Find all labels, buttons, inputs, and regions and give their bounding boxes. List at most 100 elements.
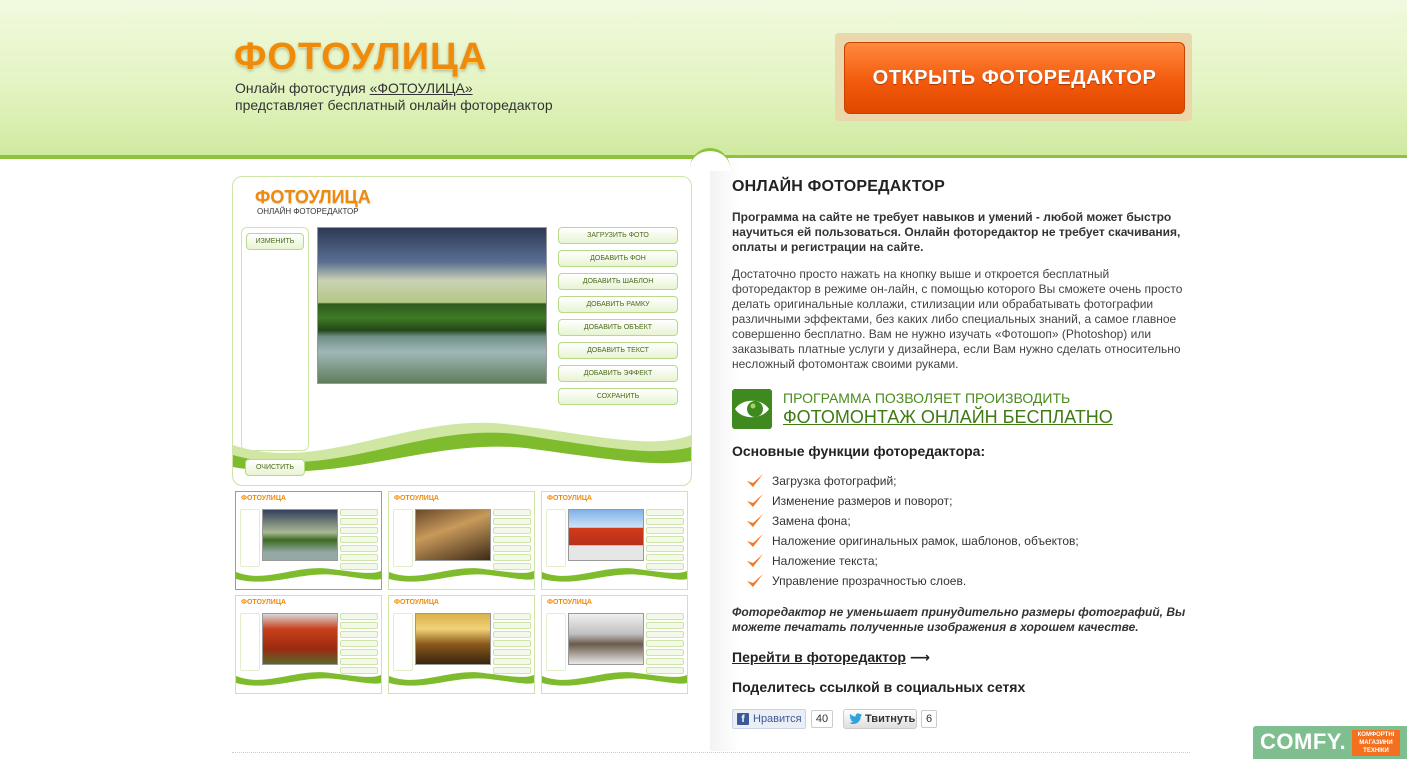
facebook-icon: f	[737, 713, 749, 725]
tagline: Онлайн фотостудия «ФОТОУЛИЦА» представля…	[235, 80, 553, 114]
go-to-editor-link[interactable]: Перейти в фоторедактор ⟶	[732, 649, 930, 666]
thumbnail-item[interactable]: ФОТОУЛИЦА	[388, 491, 535, 590]
thumbnail-image	[262, 509, 338, 561]
comfy-logo: COMFY.	[1260, 729, 1347, 754]
thumbnail-left-panel	[240, 613, 260, 671]
preview-subtitle: ОНЛАЙН ФОТОРЕДАКТОР	[257, 207, 359, 216]
preview-logo: ФОТОУЛИЦА	[255, 187, 371, 207]
feature-label: Наложение оригинальных рамок, шаблонов, …	[772, 534, 1079, 548]
thumbnail-wave	[389, 568, 534, 589]
thumbnail-wave	[542, 672, 687, 693]
open-editor-button[interactable]: ОТКРЫТЬ ФОТОРЕДАКТОР	[844, 42, 1185, 114]
thumbnail-logo: ФОТОУЛИЦА	[547, 495, 592, 502]
check-icon	[747, 474, 763, 487]
preview-tool-button[interactable]: ДОБАВИТЬ ТЕКСТ	[558, 342, 678, 359]
features-list: Загрузка фотографий; Изменение размеров …	[746, 472, 1079, 592]
check-icon	[747, 514, 763, 527]
check-icon	[747, 554, 763, 567]
site-logo[interactable]: ФОТОУЛИЦА	[234, 36, 487, 79]
thumbnail-button-column	[340, 613, 378, 674]
preview-tool-button[interactable]: ДОБАВИТЬ ШАБЛОН	[558, 273, 678, 290]
facebook-like-label: Нравится	[753, 713, 802, 725]
promo-link[interactable]: ФОТОМОНТАЖ ОНЛАЙН БЕСПЛАТНО	[783, 407, 1113, 428]
comfy-badge[interactable]: COMFY. КОМФОРТНІ МАГАЗИНИ ТЕХНІКИ	[1253, 726, 1407, 759]
thumbnail-item[interactable]: ФОТОУЛИЦА	[541, 491, 688, 590]
feature-item: Управление прозрачностью слоев.	[746, 572, 1079, 592]
tagline-prefix: Онлайн фотостудия	[235, 80, 370, 96]
thumbnail-image	[568, 509, 644, 561]
thumbnail-left-panel	[546, 613, 566, 671]
tweet-label: Твитнуть	[865, 713, 916, 725]
editor-preview[interactable]: ФОТОУЛИЦА ОНЛАЙН ФОТОРЕДАКТОР ИЗМЕНИТЬ З…	[232, 176, 692, 486]
feature-item: Наложение текста;	[746, 552, 1079, 572]
thumbnail-item[interactable]: ФОТОУЛИЦА	[235, 491, 382, 590]
preview-tool-button[interactable]: СОХРАНИТЬ	[558, 388, 678, 405]
check-icon	[747, 494, 763, 507]
thumbnail-button-column	[340, 509, 378, 570]
tagline-line2: представляет бесплатный онлайн фоторедак…	[235, 97, 553, 113]
share-title: Поделитесь ссылкой в социальных сетях	[732, 679, 1026, 695]
description-paragraph: Достаточно просто нажать на кнопку выше …	[732, 267, 1183, 371]
thumbnail-image	[415, 613, 491, 665]
thumbnail-wave	[542, 568, 687, 589]
feature-item: Замена фона;	[746, 512, 1079, 532]
thumbnail-item[interactable]: ФОТОУЛИЦА	[541, 595, 688, 694]
promo-banner: ПРОГРАММА ПОЗВОЛЯЕТ ПРОИЗВОДИТЬ ФОТОМОНТ…	[732, 389, 1187, 429]
thumbnail-logo: ФОТОУЛИЦА	[547, 599, 592, 606]
feature-label: Управление прозрачностью слоев.	[772, 574, 967, 588]
page-title: ОНЛАЙН ФОТОРЕДАКТОР	[732, 178, 945, 195]
thumbnail-image	[415, 509, 491, 561]
check-icon	[747, 534, 763, 547]
arrow-right-icon: ⟶	[909, 649, 930, 665]
feature-item: Изменение размеров и поворот;	[746, 492, 1079, 512]
facebook-like-button[interactable]: f Нравится	[732, 709, 806, 729]
go-link-label[interactable]: Перейти в фоторедактор	[732, 649, 906, 665]
thumbnail-image	[262, 613, 338, 665]
thumbnail-item[interactable]: ФОТОУЛИЦА	[235, 595, 382, 694]
thumbnail-logo: ФОТОУЛИЦА	[394, 495, 439, 502]
thumbnail-left-panel	[546, 509, 566, 567]
thumbnail-button-column	[493, 613, 531, 674]
preview-tool-button[interactable]: ДОБАВИТЬ РАМКУ	[558, 296, 678, 313]
thumbnail-logo: ФОТОУЛИЦА	[394, 599, 439, 606]
thumbnail-button-column	[493, 509, 531, 570]
preview-clear-button[interactable]: ОЧИСТИТЬ	[245, 459, 305, 476]
feature-item: Загрузка фотографий;	[746, 472, 1079, 492]
studio-link[interactable]: «ФОТОУЛИЦА»	[370, 80, 473, 96]
feature-item: Наложение оригинальных рамок, шаблонов, …	[746, 532, 1079, 552]
preview-tool-button[interactable]: ДОБАВИТЬ ЭФФЕКТ	[558, 365, 678, 382]
quality-note: Фоторедактор не уменьшает принудительно …	[732, 605, 1186, 634]
preview-tool-button[interactable]: ДОБАВИТЬ ФОН	[558, 250, 678, 267]
thumbnail-item[interactable]: ФОТОУЛИЦА	[388, 595, 535, 694]
eye-icon	[732, 389, 772, 429]
thumbnail-logo: ФОТОУЛИЦА	[241, 599, 286, 606]
feature-label: Загрузка фотографий;	[772, 474, 897, 488]
thumbnail-left-panel	[240, 509, 260, 567]
lead-paragraph: Программа на сайте не требует навыков и …	[732, 210, 1181, 254]
main-content: ОНЛАЙН ФОТОРЕДАКТОР Программа на сайте н…	[732, 178, 1187, 372]
thumbnail-button-column	[646, 613, 684, 674]
preview-change-button[interactable]: ИЗМЕНИТЬ	[246, 233, 304, 250]
thumbnail-left-panel	[393, 509, 413, 567]
facebook-like-count: 40	[811, 710, 833, 728]
thumbnail-wave	[236, 568, 381, 589]
thumbnail-image	[568, 613, 644, 665]
thumbnail-button-column	[646, 509, 684, 570]
thumbnail-wave	[389, 672, 534, 693]
preview-landscape-photo	[317, 227, 547, 384]
thumbnail-wave	[236, 672, 381, 693]
check-icon	[747, 574, 763, 587]
header: ФОТОУЛИЦА Онлайн фотостудия «ФОТОУЛИЦА» …	[0, 0, 1407, 158]
twitter-bird-icon	[849, 713, 862, 724]
thumbnail-logo: ФОТОУЛИЦА	[241, 495, 286, 502]
cta-frame: ОТКРЫТЬ ФОТОРЕДАКТОР	[835, 33, 1192, 121]
feature-label: Замена фона;	[772, 514, 851, 528]
thumbnail-left-panel	[393, 613, 413, 671]
feature-label: Изменение размеров и поворот;	[772, 494, 953, 508]
preview-tool-button[interactable]: ЗАГРУЗИТЬ ФОТО	[558, 227, 678, 244]
preview-tool-button[interactable]: ДОБАВИТЬ ОБЪЕКТ	[558, 319, 678, 336]
features-title: Основные функции фоторедактора:	[732, 443, 986, 459]
footer-divider	[232, 752, 1190, 754]
tweet-count: 6	[921, 710, 937, 728]
twitter-tweet-button[interactable]: Твитнуть	[843, 709, 917, 729]
